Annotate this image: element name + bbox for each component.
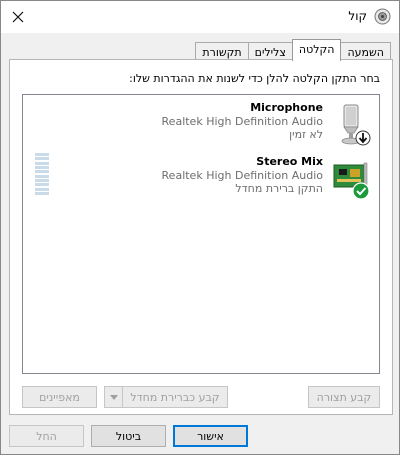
tab-recording[interactable]: הקלטה [291,39,342,61]
device-name: Microphone [250,101,323,114]
set-default-dropdown[interactable] [104,386,123,408]
sound-dialog: קול השמעה הקלטה צלילים תקשורת בחר התקן ה… [0,0,400,455]
device-info: Microphone Realtek High Definition Audio… [162,101,323,141]
device-item-microphone[interactable]: Microphone Realtek High Definition Audio… [41,101,371,153]
soundcard-icon [333,162,370,200]
speaker-icon [374,8,391,25]
title-bar: קול [1,1,399,33]
device-driver: Realtek High Definition Audio [161,169,323,182]
configure-button[interactable]: קבע תצורה [308,386,380,408]
window-title: קול [348,9,367,23]
device-driver: Realtek High Definition Audio [161,115,323,128]
device-name: Stereo Mix [256,155,323,168]
chevron-down-icon [109,394,118,400]
tab-playback[interactable]: השמעה [340,42,391,60]
device-status: התקן ברירת מחדל [235,182,323,195]
close-button[interactable] [1,1,35,33]
ok-button[interactable]: אישור [173,425,248,447]
device-status: לא זמין [289,128,323,141]
tab-communications[interactable]: תקשורת [195,42,249,60]
set-default-split-button[interactable]: קבע כברירת מחדל [104,386,228,408]
close-icon [12,11,24,23]
device-item-stereo-mix[interactable]: Stereo Mix Realtek High Definition Audio… [41,155,371,207]
default-check-badge-icon [352,182,370,200]
set-default-button[interactable]: קבע כברירת מחדל [122,386,228,408]
cancel-button[interactable]: ביטול [91,425,166,447]
tab-sounds[interactable]: צלילים [247,42,293,60]
microphone-icon [341,104,371,146]
recording-panel: בחר התקן הקלטה להלן כדי לשנות את ההגדרות… [9,59,393,415]
apply-button[interactable]: החל [9,425,84,447]
instruction-text: בחר התקן הקלטה להלן כדי לשנות את ההגדרות… [129,72,380,85]
tab-strip: השמעה הקלטה צלילים תקשורת [195,39,391,61]
properties-button[interactable]: מאפיינים [22,386,97,408]
device-info: Stereo Mix Realtek High Definition Audio… [162,155,323,195]
level-meter [35,153,49,195]
device-list[interactable]: Microphone Realtek High Definition Audio… [22,94,380,374]
down-arrow-badge-icon [355,130,371,146]
